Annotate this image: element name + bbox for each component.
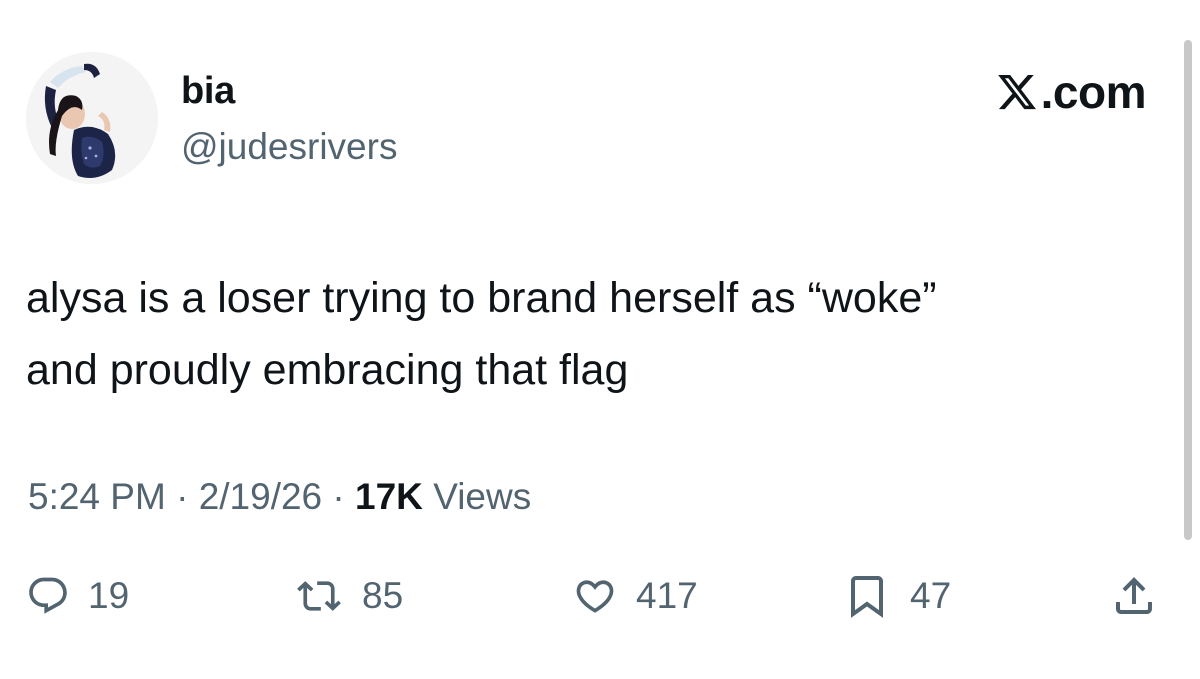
share-icon bbox=[1116, 577, 1152, 614]
repost-count: 85 bbox=[362, 575, 404, 616]
repost-icon bbox=[297, 581, 341, 611]
tweet-text: alysa is a loser trying to brand herself… bbox=[26, 262, 1156, 406]
brand-watermark: .com bbox=[996, 66, 1147, 118]
handle[interactable]: @judesrivers bbox=[181, 124, 397, 170]
repost-button[interactable]: 85 bbox=[294, 566, 403, 626]
meta-separator: · bbox=[165, 476, 199, 517]
x-logo-icon bbox=[997, 74, 1036, 110]
tweet-date[interactable]: 2/19/26 bbox=[199, 476, 322, 517]
scrollbar[interactable] bbox=[1184, 40, 1192, 540]
avatar[interactable] bbox=[26, 52, 158, 184]
reply-count: 19 bbox=[88, 575, 130, 616]
reply-icon bbox=[29, 577, 67, 614]
avatar-image bbox=[26, 52, 158, 184]
bookmark-icon bbox=[851, 576, 883, 618]
tweet-line: and proudly embracing that flag bbox=[26, 346, 629, 394]
tweet-line: alysa is a loser trying to brand herself… bbox=[26, 274, 937, 322]
reply-button[interactable]: 19 bbox=[26, 566, 129, 626]
display-name[interactable]: bia bbox=[181, 68, 235, 114]
tweet-meta: 5:24 PM · 2/19/26 · 17K Views bbox=[28, 474, 531, 520]
views-count: 17K bbox=[355, 476, 423, 517]
action-bar: 19 85 417 47 bbox=[0, 566, 1200, 626]
tweet-time[interactable]: 5:24 PM bbox=[28, 476, 166, 517]
bookmark-count: 47 bbox=[910, 575, 952, 616]
brand-text: .com bbox=[1040, 66, 1147, 118]
like-icon bbox=[576, 580, 614, 613]
like-count: 417 bbox=[636, 575, 698, 616]
bookmark-button[interactable]: 47 bbox=[842, 566, 951, 626]
share-button[interactable] bbox=[1110, 566, 1158, 626]
like-button[interactable]: 417 bbox=[572, 566, 698, 626]
views-label: Views bbox=[433, 476, 532, 517]
meta-separator: · bbox=[322, 476, 356, 517]
